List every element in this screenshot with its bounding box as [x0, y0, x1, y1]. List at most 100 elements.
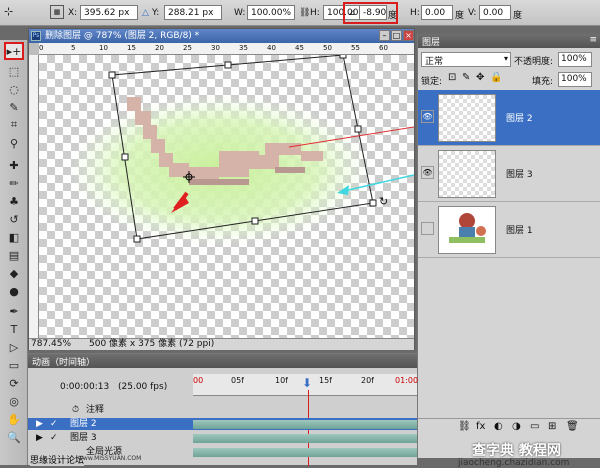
angle-unit: 度 — [388, 11, 398, 21]
angle-icon: ⊿ — [348, 8, 356, 18]
ruler-label: 5 — [71, 44, 76, 52]
minimize-icon[interactable]: – — [379, 30, 390, 41]
history-brush-tool-icon[interactable]: ↺ — [4, 210, 24, 228]
chevron-down-icon: ▾ — [503, 54, 508, 63]
x-position-field[interactable]: 395.62 px — [80, 5, 138, 20]
shape-tool-icon[interactable]: ▭ — [4, 356, 24, 374]
new-group-icon[interactable]: ▭ — [530, 421, 539, 432]
watermark-left: 思缘设计论坛 — [30, 453, 85, 466]
panel-menu-icon[interactable]: ≡ — [589, 35, 597, 45]
reference-point-icon[interactable]: ▦ — [50, 5, 64, 19]
path-selection-tool-icon[interactable]: ▷ — [4, 338, 24, 356]
timeline-row-comments[interactable]: ⏱ 注释 — [28, 404, 417, 416]
layer-name[interactable]: 图层 3 — [506, 167, 533, 180]
lasso-tool-icon[interactable]: ◌ — [4, 80, 24, 98]
layers-tab[interactable]: 图层 — [422, 35, 440, 48]
move-tool-preset-icon[interactable]: ⊹ — [4, 5, 26, 21]
visibility-eye-icon[interactable]: 👁 — [421, 166, 434, 179]
blend-mode-select[interactable]: 正常 ▾ — [421, 52, 511, 67]
lock-image-icon[interactable]: ✎ — [462, 72, 470, 83]
opacity-field[interactable]: 100% — [558, 52, 592, 67]
horizontal-skew-field[interactable]: 0.00 — [421, 5, 453, 20]
expand-arrow-icon[interactable]: ▶ — [36, 432, 43, 444]
timeline-tab[interactable]: 动画（时间轴） — [32, 355, 95, 368]
zoom-tool-icon[interactable]: 🔍 — [4, 428, 24, 446]
zoom-level[interactable]: 787.45% — [31, 339, 71, 350]
layer-track[interactable] — [193, 420, 417, 429]
visibility-eye-icon[interactable]: 👁 — [421, 110, 434, 123]
layer-style-icon[interactable]: fx — [476, 421, 485, 432]
panel-header: 图层 ≡ — [418, 34, 600, 48]
stopwatch-icon[interactable]: ⏱ — [72, 404, 79, 416]
close-icon[interactable]: × — [403, 30, 414, 41]
type-tool-icon[interactable]: T — [4, 320, 24, 338]
healing-brush-tool-icon[interactable]: ✚ — [4, 156, 24, 174]
y-position-field[interactable]: 288.21 px — [164, 5, 222, 20]
ruler-label: 60 — [379, 44, 388, 52]
crop-tool-icon[interactable]: ⌗ — [4, 116, 24, 134]
lock-transparency-icon[interactable]: ⊡ — [448, 72, 456, 83]
vertical-ruler[interactable] — [29, 55, 39, 338]
vertical-skew-field[interactable]: 0.00 — [479, 5, 511, 20]
rotation-field[interactable]: -8.90 — [359, 5, 387, 20]
gradient-tool-icon[interactable]: ▤ — [4, 246, 24, 264]
visibility-eye-icon[interactable] — [421, 222, 434, 235]
dodge-tool-icon[interactable]: ● — [4, 282, 24, 300]
clone-stamp-tool-icon[interactable]: ♣ — [4, 192, 24, 210]
document-window: Ps 删除图层 @ 787% (图层 2, RGB/8) * – □ × 0 5… — [28, 28, 415, 350]
brush-tool-icon[interactable]: ✏ — [4, 174, 24, 192]
layer-row-3[interactable]: 👁 图层 3 — [418, 146, 600, 202]
timeline-row-layer2[interactable]: ▶ ✓ 图层 2 — [28, 418, 417, 430]
brush-icon: ✓ — [50, 433, 58, 443]
lock-position-icon[interactable]: ✥ — [476, 72, 484, 83]
link-layers-icon[interactable]: ⛓ — [458, 421, 471, 432]
layer-name[interactable]: 图层 1 — [506, 223, 533, 236]
timeline-row-layer3[interactable]: ▶ ✓ 图层 3 — [28, 432, 417, 444]
ruler-label: 35 — [239, 44, 248, 52]
hskew-unit: 度 — [455, 11, 465, 21]
maximize-icon[interactable]: □ — [391, 30, 402, 41]
layer-track[interactable] — [193, 448, 417, 457]
ruler-label: 20 — [155, 44, 164, 52]
expand-arrow-icon[interactable]: ▶ — [36, 418, 43, 430]
3d-orbit-tool-icon[interactable]: ◎ — [4, 392, 24, 410]
blur-tool-icon[interactable]: ◆ — [4, 264, 24, 282]
fill-field[interactable]: 100% — [558, 72, 592, 87]
tick-label: 01:00 — [395, 376, 419, 385]
layer-track[interactable] — [193, 434, 417, 443]
adjustment-layer-icon[interactable]: ◑ — [512, 421, 521, 432]
move-tool-icon[interactable]: ▸+ — [4, 42, 24, 60]
status-bar: 787.45% 500 像素 x 375 像素 (72 ppi) — [29, 338, 414, 350]
timecode[interactable]: 0:00:00:13 — [60, 382, 109, 392]
marquee-tool-icon[interactable]: ⬚ — [4, 62, 24, 80]
eyedropper-tool-icon[interactable]: ⚲ — [4, 134, 24, 152]
link-icon[interactable]: ⛓ — [299, 8, 310, 18]
pen-tool-icon[interactable]: ✒ — [4, 302, 24, 320]
new-layer-icon[interactable]: ⊞ — [548, 421, 556, 432]
watermark-url: jiaocheng.chazidian.com — [458, 458, 570, 468]
document-tab[interactable]: Ps 删除图层 @ 787% (图层 2, RGB/8) * – □ × — [29, 29, 414, 43]
layers-panel: 图层 ≡ 正常 ▾ 不透明度: 100% 锁定: ⊡ ✎ ✥ 🔒 填充: 100… — [417, 34, 600, 468]
row-label: 图层 3 — [70, 433, 97, 443]
trash-icon[interactable]: 🗑 — [566, 421, 579, 432]
delta-icon: △ — [142, 8, 149, 18]
rotate-cursor-icon: ↻ — [379, 195, 389, 208]
3d-rotate-tool-icon[interactable]: ⟳ — [4, 374, 24, 392]
playhead-icon[interactable]: ⬇ — [302, 376, 312, 390]
layer-row-1[interactable]: 图层 1 — [418, 202, 600, 258]
layer-mask-icon[interactable]: ◐ — [494, 421, 503, 432]
frame-rate: (25.00 fps) — [118, 382, 168, 392]
vskew-label: V: — [468, 8, 477, 18]
horizontal-ruler[interactable]: 0 5 10 15 20 25 30 35 40 45 50 55 60 — [39, 43, 414, 55]
canvas[interactable] — [39, 55, 414, 338]
hand-tool-icon[interactable]: ✋ — [4, 410, 24, 428]
lock-all-icon[interactable]: 🔒 — [490, 72, 502, 83]
layer-row-2[interactable]: 👁 图层 2 — [418, 90, 600, 146]
eraser-tool-icon[interactable]: ◧ — [4, 228, 24, 246]
layer-name[interactable]: 图层 2 — [506, 111, 533, 124]
watermark-site-left: www.MISSYUAN.COM — [78, 455, 142, 462]
quick-select-tool-icon[interactable]: ✎ — [4, 98, 24, 116]
fill-label: 填充: — [532, 77, 554, 87]
width-field[interactable]: 100.00% — [247, 5, 295, 20]
hskew-label: H: — [410, 8, 420, 18]
